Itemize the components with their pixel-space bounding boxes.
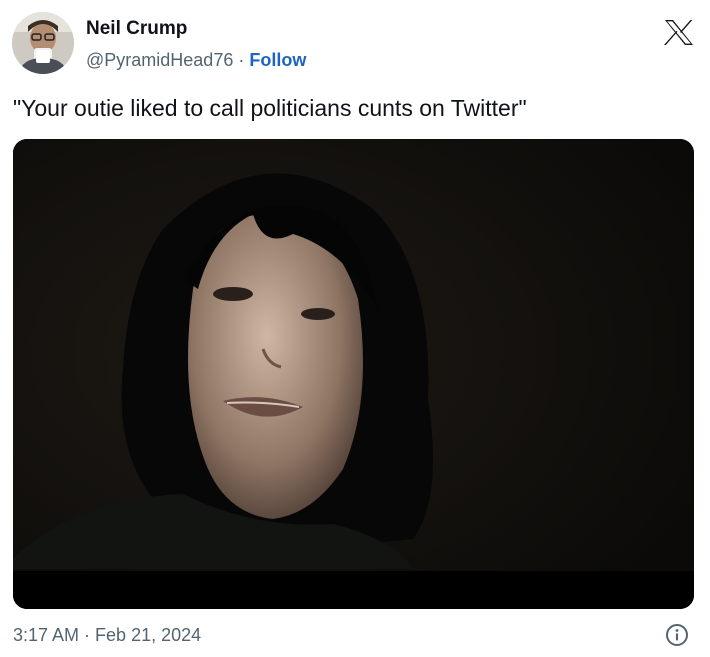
follow-button[interactable]: Follow	[249, 50, 306, 70]
date-separator: ·	[79, 625, 96, 645]
info-icon[interactable]	[665, 623, 689, 647]
tweet-date: Feb 21, 2024	[95, 625, 202, 645]
handle-row: @PyramidHead76 · Follow	[86, 47, 306, 73]
avatar[interactable]	[12, 12, 74, 74]
tweet-card: Neil Crump @PyramidHead76 · Follow "Your…	[0, 0, 710, 657]
handle[interactable]: @PyramidHead76	[86, 50, 233, 70]
x-logo-icon[interactable]	[664, 19, 694, 46]
tweet-media-image[interactable]	[13, 139, 694, 609]
display-name[interactable]: Neil Crump	[86, 17, 306, 41]
handle-separator: ·	[233, 50, 250, 70]
tweet-time: 3:17 AM	[13, 625, 80, 645]
timestamp-link[interactable]: 3:17 AM · Feb 21, 2024	[13, 623, 201, 647]
tweet-text: "Your outie liked to call politicians cu…	[13, 95, 527, 121]
author-block: Neil Crump @PyramidHead76 · Follow	[86, 17, 306, 73]
